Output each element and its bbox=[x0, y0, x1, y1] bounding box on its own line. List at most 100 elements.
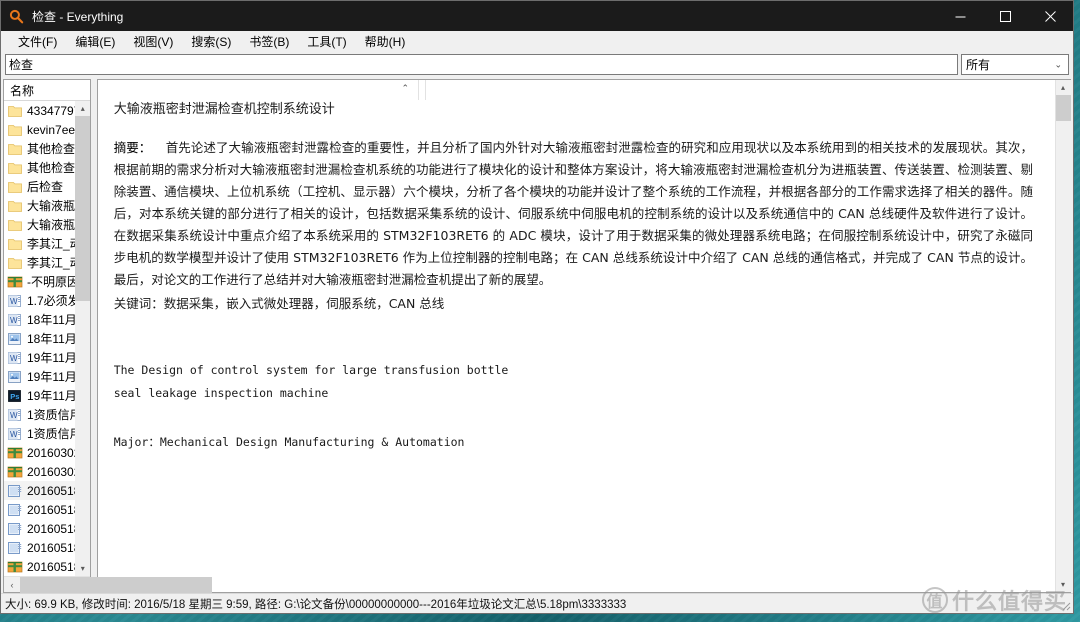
minimize-button[interactable] bbox=[938, 1, 983, 31]
table-row[interactable]: 201605180937012778_严扎杰_大输液瓶密封泄漏检查机控制系统设计… bbox=[4, 557, 75, 576]
file-name-cell: 201603020903101924_李其江_动态MRI检查对脊髓型颈椎病早期诊… bbox=[4, 444, 75, 461]
keywords-line: 关键词：数据采集，嵌入式微处理器，伺服系统，CAN 总线 bbox=[113, 296, 445, 311]
resize-grip-icon[interactable] bbox=[1059, 599, 1071, 611]
column-header-name[interactable]: 名称 ⌃ bbox=[4, 80, 419, 100]
file-list-vertical-scrollbar[interactable]: ▴ ▾ bbox=[74, 101, 90, 576]
table-row[interactable]: Ps 19年11月董建敏 中国实验诊断学—数字孔腺断层融合X线摄影与常规超声影像学… bbox=[4, 386, 75, 405]
filter-dropdown-value: 所有 bbox=[966, 58, 991, 72]
docx-icon bbox=[8, 484, 22, 497]
table-row[interactable]: 李其江_动态MRI检查对脊髓型颈椎病早期诊断的应用价值G:\论文备份 bbox=[4, 234, 75, 253]
window-title: 检查 - Everything bbox=[32, 9, 124, 24]
zip-icon bbox=[7, 276, 23, 287]
word-icon: W bbox=[8, 408, 21, 421]
table-row[interactable]: 43347797 修改+检查改到10%以内 12号中午发邮箱 夜G:\2013年… bbox=[4, 101, 75, 120]
table-row[interactable]: W 1.7必须发15年6月之前的版面修改后 支气管镜检查及肺泡灌洗术治疗小儿重症肺… bbox=[4, 291, 75, 310]
preview-scroll-track[interactable] bbox=[1055, 95, 1071, 577]
file-list-hscroll-track[interactable] bbox=[20, 576, 212, 593]
table-row[interactable]: 大输液瓶密封泄漏检查机控制系统设计G:\论文备份\6\硕士20 bbox=[4, 196, 75, 215]
file-list-horizontal-scrollbar[interactable]: ‹ › bbox=[4, 576, 212, 593]
document-preview: 大输液瓶密封泄漏检查机控制系统设计 摘要： 首先论述了大输液瓶密封泄露检查的重要… bbox=[98, 80, 1055, 592]
maximize-button[interactable] bbox=[983, 1, 1028, 31]
folder-icon bbox=[8, 105, 22, 117]
svg-text:W: W bbox=[10, 316, 18, 325]
word-icon: W bbox=[8, 313, 21, 326]
table-row[interactable]: kevin7ee 修改包检查改到10%以内 29号晚上要 马G:\2013年发表 bbox=[4, 120, 75, 139]
file-list-scroll-track[interactable] bbox=[75, 116, 90, 561]
status-bar-text: 大小: 69.9 KB, 修改时间: 2016/5/18 星期三 9:59, 路… bbox=[5, 598, 627, 611]
table-row[interactable]: W1资质信用检查申请报告.docF:\U盘备份\产权报表 bbox=[4, 405, 75, 424]
file-name-cell: W 1.7必须发15年6月之前的版面修改后 支气管镜检查及肺泡灌洗术治疗小儿重症肺… bbox=[4, 292, 75, 309]
table-row[interactable]: 其他检查E:\TB图片 新\000图片 bbox=[4, 158, 75, 177]
file-name-label: 18年11月董建敏 中国实验诊断学—数字孔腺断层融合X线摄影与常规超声影像学检查… bbox=[27, 313, 75, 327]
file-name-label: 201605180937012778_严扎杰_大输液瓶密封泄漏检查机控制系统设计… bbox=[27, 484, 75, 498]
preview-vertical-scrollbar[interactable]: ▴ ▾ bbox=[1055, 80, 1071, 592]
file-name-label: 43347797 修改+检查改到10%以内 12号中午发邮箱 夜 bbox=[27, 104, 75, 118]
file-name-cell: 201605180937012778_严扎杰_大输液瓶密封泄漏检查机控制系统设计… bbox=[4, 539, 75, 556]
folder-icon bbox=[8, 219, 22, 231]
scroll-down-arrow-icon[interactable]: ▾ bbox=[75, 561, 90, 576]
file-name-label: 大输液瓶密封泄漏检查机控制系统设计 bbox=[27, 199, 75, 213]
menu-help[interactable]: 帮助(H) bbox=[356, 31, 415, 53]
column-header-path[interactable]: 路径 ⌃ bbox=[419, 80, 426, 100]
chevron-down-icon: ⌄ bbox=[1054, 59, 1062, 69]
file-list-hscroll-thumb[interactable] bbox=[20, 576, 212, 593]
filter-dropdown[interactable]: 所有 ⌄ bbox=[961, 54, 1069, 75]
table-row[interactable]: 大输液瓶密封泄漏检查机控制系统设计G:\论文备份\硕士201 bbox=[4, 215, 75, 234]
scroll-down-arrow-icon[interactable]: ▾ bbox=[1055, 577, 1071, 592]
table-row[interactable]: 201605180937012778_严扎杰_大输液瓶密封泄漏检查机控制系统设计… bbox=[4, 500, 75, 519]
file-name-cell: 大输液瓶密封泄漏检查机控制系统设计 bbox=[4, 197, 75, 214]
table-row[interactable]: 后检查G:\2013年发表\旺旺: bbox=[4, 177, 75, 196]
file-name-label: 201605180937012778_严扎杰_大输液瓶密封泄漏检查机控制系统设计… bbox=[27, 522, 75, 536]
scroll-up-arrow-icon[interactable]: ▴ bbox=[75, 101, 90, 116]
file-name-label: 19年11月董建敏 中国实验诊断学—数字孔腺断层融合X线摄影与常规超声影像学检查… bbox=[27, 389, 75, 403]
file-name-cell: Ps 19年11月董建敏 中国实验诊断学—数字孔腺断层融合X线摄影与常规超声影像学… bbox=[4, 387, 75, 404]
menu-tools[interactable]: 工具(T) bbox=[298, 31, 355, 53]
file-name-cell: W 18年11月董建敏 中国实验诊断学—数字孔腺断层融合X线摄影与常规超声影像学检… bbox=[4, 311, 75, 328]
table-row[interactable]: 18年11月董建敏 中国实验诊断学—数字孔腺断层融合X线摄影与常规超声影像学检查… bbox=[4, 329, 75, 348]
file-name-cell: 后检查 bbox=[4, 178, 75, 195]
table-row[interactable]: -不明原因肺不张纤维支气管镜检查准确度、镜下特征及并发症研究分析.zipG:\2… bbox=[4, 272, 75, 291]
file-list-scroll-thumb[interactable] bbox=[75, 116, 90, 301]
svg-text:W: W bbox=[10, 354, 18, 363]
table-row[interactable]: 201603020903101924_李其江_动态MRI检查对脊髓型颈椎病早期诊… bbox=[4, 462, 75, 481]
table-row[interactable]: 其他检查E:\000宝贝图片 新\00 bbox=[4, 139, 75, 158]
table-row[interactable]: W1资质信用检查申请报告.docF:\U盘备份\产权报表 bbox=[4, 424, 75, 443]
zip-icon bbox=[7, 466, 23, 477]
table-row[interactable]: 19年11月董建敏 中国实验诊断学—数字孔腺断层融合X线摄影与常规超声影像学检查… bbox=[4, 367, 75, 386]
abstract-label: 摘要： bbox=[113, 141, 152, 155]
file-name-label: 19年11月董建敏 中国实验诊断学—数字孔腺断层融合X线摄影与常规超声影像学检查… bbox=[27, 351, 75, 365]
english-title-block: The Design of control system for large t… bbox=[114, 359, 1033, 405]
file-name-label: kevin7ee 修改包检查改到10%以内 29号晚上要 马 bbox=[27, 123, 75, 137]
table-row[interactable]: 201605180937012778_严扎杰_大输液瓶密封泄漏检查机控制系统设计… bbox=[4, 538, 75, 557]
menu-edit[interactable]: 编辑(E) bbox=[66, 31, 124, 53]
preview-scroll-thumb[interactable] bbox=[1055, 95, 1071, 121]
image-icon bbox=[8, 370, 21, 383]
table-row[interactable]: 201605180937012778_严扎杰_大输液瓶密封泄漏检查机控制系统设计… bbox=[4, 481, 75, 500]
docx-icon bbox=[8, 541, 22, 554]
search-input[interactable] bbox=[5, 54, 958, 75]
folder-icon bbox=[8, 143, 22, 155]
table-row[interactable]: 201603020903101924_李其江_动态MRI检查对脊髓型颈椎病早期诊… bbox=[4, 443, 75, 462]
abstract-body: 首先论述了大输液瓶密封泄露检查的重要性，并且分析了国内外针对大输液瓶密封泄露检查… bbox=[113, 140, 1033, 287]
scroll-up-arrow-icon[interactable]: ▴ bbox=[1055, 80, 1071, 95]
table-row[interactable]: W 19年11月董建敏 中国实验诊断学—数字孔腺断层融合X线摄影与常规超声影像学检… bbox=[4, 348, 75, 367]
menu-file[interactable]: 文件(F) bbox=[9, 31, 66, 53]
close-button[interactable] bbox=[1028, 1, 1073, 31]
menu-view[interactable]: 视图(V) bbox=[124, 31, 182, 53]
table-row[interactable]: 201605180937012778_严扎杰_大输液瓶密封泄漏检查机控制系统设计… bbox=[4, 519, 75, 538]
table-row[interactable]: W 18年11月董建敏 中国实验诊断学—数字孔腺断层融合X线摄影与常规超声影像学检… bbox=[4, 310, 75, 329]
table-row[interactable]: 李其江_动态MRI检查对脊髓型颈椎病早期诊断的应用价值G:\论文备份\5 bbox=[4, 253, 75, 272]
file-name-label: 201605180937012778_严扎杰_大输液瓶密封泄漏检查机控制系统设计… bbox=[27, 541, 75, 555]
file-name-label: 1资质信用检查申请报告.doc bbox=[27, 408, 75, 422]
file-name-cell: -不明原因肺不张纤维支气管镜检查准确度、镜下特征及并发症研究分析.zip bbox=[4, 273, 75, 290]
file-name-cell: W 19年11月董建敏 中国实验诊断学—数字孔腺断层融合X线摄影与常规超声影像学检… bbox=[4, 349, 75, 366]
menu-search[interactable]: 搜索(S) bbox=[182, 31, 240, 53]
menu-bookmarks[interactable]: 书签(B) bbox=[240, 31, 298, 53]
word-icon: W bbox=[8, 427, 21, 440]
file-list-rows[interactable]: 43347797 修改+检查改到10%以内 12号中午发邮箱 夜G:\2013年… bbox=[4, 101, 75, 576]
file-name-label: 18年11月董建敏 中国实验诊断学—数字孔腺断层融合X线摄影与常规超声影像学检查… bbox=[27, 332, 75, 346]
file-name-cell: 18年11月董建敏 中国实验诊断学—数字孔腺断层融合X线摄影与常规超声影像学检查… bbox=[4, 330, 75, 347]
folder-icon bbox=[8, 200, 22, 212]
scroll-left-arrow-icon[interactable]: ‹ bbox=[4, 577, 20, 593]
ps-icon: Ps bbox=[8, 389, 21, 402]
